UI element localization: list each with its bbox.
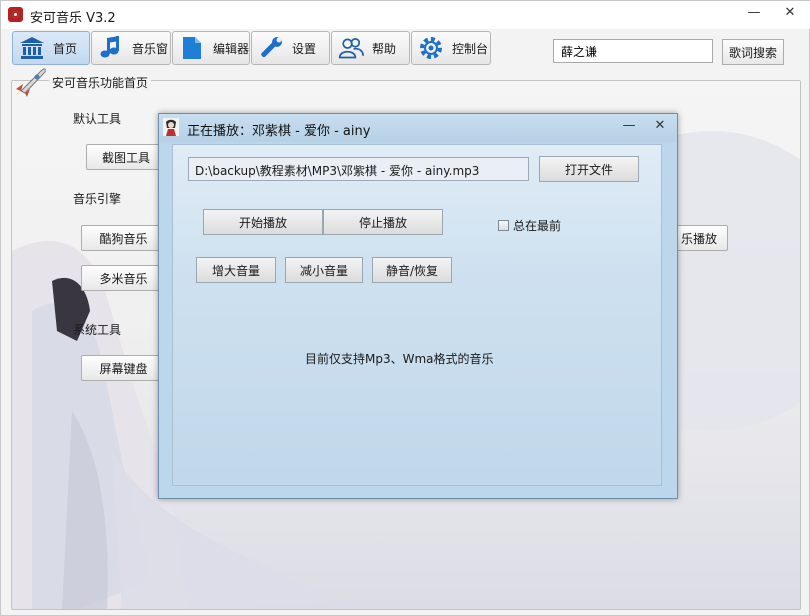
document-icon xyxy=(179,35,205,61)
toolbar-label: 控制台 xyxy=(452,41,489,56)
file-path-field[interactable]: D:\backup\教程素材\MP3\邓紫棋 - 爱你 - ainy.mp3 xyxy=(188,157,529,181)
always-on-top-checkbox[interactable] xyxy=(498,220,509,231)
player-dialog: 正在播放：邓紫棋 - 爱你 - ainy — ✕ D:\backup\教程素材\… xyxy=(158,113,678,499)
music-engine-label: 音乐引擎 xyxy=(73,192,122,206)
kugou-music-button[interactable]: 酷狗音乐 xyxy=(81,225,166,251)
minimize-button[interactable]: — xyxy=(743,3,765,23)
toolbar-label: 编辑器 xyxy=(213,41,250,56)
always-on-top-label: 总在最前 xyxy=(513,219,562,233)
start-play-button[interactable]: 开始播放 xyxy=(203,209,323,235)
toolbar-home-button[interactable]: 首页 xyxy=(12,31,90,65)
duomi-music-button[interactable]: 多米音乐 xyxy=(81,265,166,291)
users-icon xyxy=(338,35,364,61)
player-title: 正在播放：邓紫棋 - 爱你 - ainy xyxy=(187,124,371,139)
toolbar-label: 音乐窗 xyxy=(132,41,169,56)
lyrics-search-input[interactable] xyxy=(553,39,713,63)
toolbar-label: 首页 xyxy=(53,41,78,56)
toolbar-music-window-button[interactable]: 音乐窗 xyxy=(91,31,171,65)
music-note-icon xyxy=(98,35,124,61)
toolbar-editor-button[interactable]: 编辑器 xyxy=(172,31,250,65)
screen-keyboard-button[interactable]: 屏幕键盘 xyxy=(81,355,166,381)
toolbar-settings-button[interactable]: 设置 xyxy=(251,31,330,65)
toolbar-help-button[interactable]: 帮助 xyxy=(331,31,410,65)
window-title: 安可音乐 V3.2 xyxy=(30,11,116,26)
toolbar-label: 帮助 xyxy=(372,41,397,56)
player-avatar-icon xyxy=(163,118,179,136)
open-file-button[interactable]: 打开文件 xyxy=(539,156,639,182)
rocket-icon xyxy=(15,68,46,97)
title-bar: 安可音乐 V3.2 — ✕ xyxy=(1,1,810,29)
player-title-bar: 正在播放：邓紫棋 - 爱你 - ainy — ✕ xyxy=(159,114,677,142)
player-close-button[interactable]: ✕ xyxy=(648,116,672,136)
player-minimize-button[interactable]: — xyxy=(617,116,641,136)
toolbar-console-button[interactable]: 控制台 xyxy=(411,31,491,65)
supported-formats-text: 目前仅支持Mp3、Wma格式的音乐 xyxy=(305,352,494,366)
gear-icon xyxy=(418,35,444,61)
volume-up-button[interactable]: 增大音量 xyxy=(196,257,276,283)
screenshot-tool-button[interactable]: 截图工具 xyxy=(86,144,166,170)
stop-play-button[interactable]: 停止播放 xyxy=(323,209,443,235)
app-logo-icon xyxy=(8,7,23,22)
lyrics-search-button[interactable]: 歌词搜索 xyxy=(722,39,784,65)
group-title: 安可音乐功能首页 xyxy=(49,74,152,91)
close-button[interactable]: ✕ xyxy=(779,3,801,23)
system-tools-label: 系统工具 xyxy=(73,323,122,337)
default-tools-label: 默认工具 xyxy=(73,112,122,126)
toolbar-label: 设置 xyxy=(292,41,317,56)
main-window: 安可音乐 V3.2 — ✕ 首页 音乐窗 编辑器 设置 帮助 控制台 薛之谦 歌… xyxy=(0,0,810,616)
volume-down-button[interactable]: 减小音量 xyxy=(285,257,363,283)
wrench-icon xyxy=(258,35,284,61)
player-client-area xyxy=(172,144,662,486)
mute-toggle-button[interactable]: 静音/恢复 xyxy=(372,257,452,283)
bank-icon xyxy=(19,35,45,61)
